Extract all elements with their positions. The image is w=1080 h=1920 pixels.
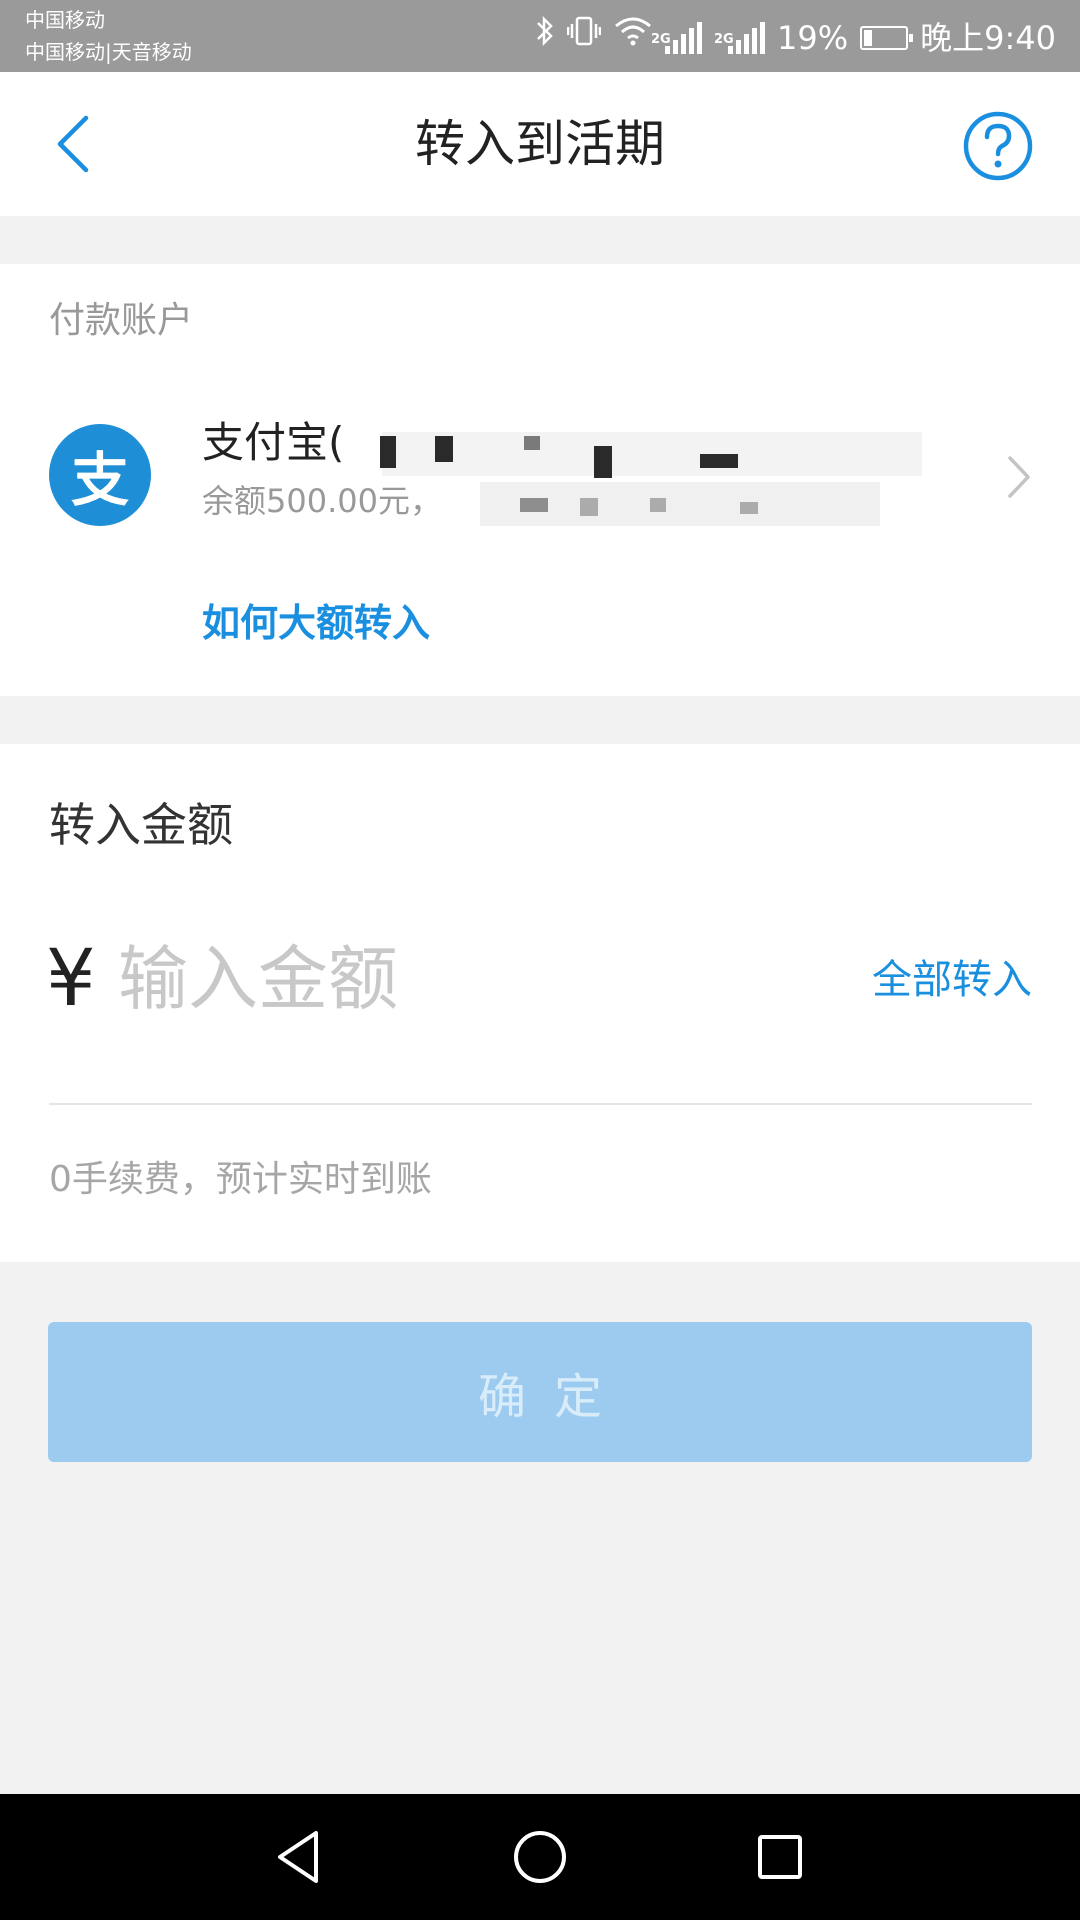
carrier-label: 中国移动	[25, 8, 105, 32]
signal-icon: 2G	[651, 21, 702, 54]
wifi-icon	[613, 15, 653, 60]
carrier-label-secondary: 中国移动|天音移动	[25, 40, 192, 64]
question-circle-icon	[963, 111, 1033, 181]
large-transfer-link[interactable]: 如何大额转入	[202, 600, 430, 646]
divider	[49, 1103, 1032, 1105]
battery-percent: 19%	[777, 18, 849, 57]
square-recents-icon	[758, 1835, 802, 1879]
header-bar: 转入到活期	[0, 72, 1080, 216]
transfer-amount-section: 转入金额 ¥ 全部转入 0手续费，预计实时到账	[0, 744, 1080, 1262]
alipay-logo: 支	[49, 424, 151, 526]
status-bar: 中国移动 中国移动|天音移动 2G 2G 19% 晚上9:40	[0, 0, 1080, 72]
circle-home-icon	[514, 1831, 566, 1883]
nav-recents-button[interactable]	[748, 1825, 812, 1889]
vibrate-icon	[566, 14, 602, 61]
currency-symbol: ¥	[46, 934, 96, 1024]
status-icons: 2G 2G 19% 晚上9:40	[535, 14, 1056, 61]
battery-icon	[860, 25, 914, 50]
amount-input[interactable]	[118, 934, 738, 1024]
account-name-text: 支付宝(	[202, 418, 345, 467]
bluetooth-icon	[535, 14, 555, 61]
signal-icon-secondary: 2G	[714, 21, 765, 54]
system-navigation-bar	[0, 1794, 1080, 1920]
page-title: 转入到活期	[415, 115, 665, 173]
account-name: 支付宝(	[202, 418, 344, 468]
section-label-amount: 转入金额	[49, 798, 233, 852]
help-button[interactable]	[962, 110, 1034, 182]
triangle-back-icon	[278, 1831, 318, 1883]
fee-note: 0手续费，预计实时到账	[49, 1159, 432, 1200]
payment-account-section: 付款账户 支 支付宝( 余额500.00元， 如何大额转入	[0, 264, 1080, 696]
nav-home-button[interactable]	[508, 1825, 572, 1889]
account-selector[interactable]: 支 支付宝( 余额500.00元，	[0, 394, 1080, 564]
account-balance: 余额500.00元，	[202, 482, 442, 520]
confirm-button-label: 确定	[477, 1369, 630, 1425]
confirm-button[interactable]: 确定	[48, 1322, 1032, 1462]
clock: 晚上9:40	[920, 18, 1056, 57]
transfer-all-button[interactable]: 全部转入	[872, 956, 1032, 1004]
chevron-right-icon	[1004, 454, 1034, 500]
section-label-payment-account: 付款账户	[49, 300, 194, 341]
nav-back-button[interactable]	[268, 1825, 332, 1889]
